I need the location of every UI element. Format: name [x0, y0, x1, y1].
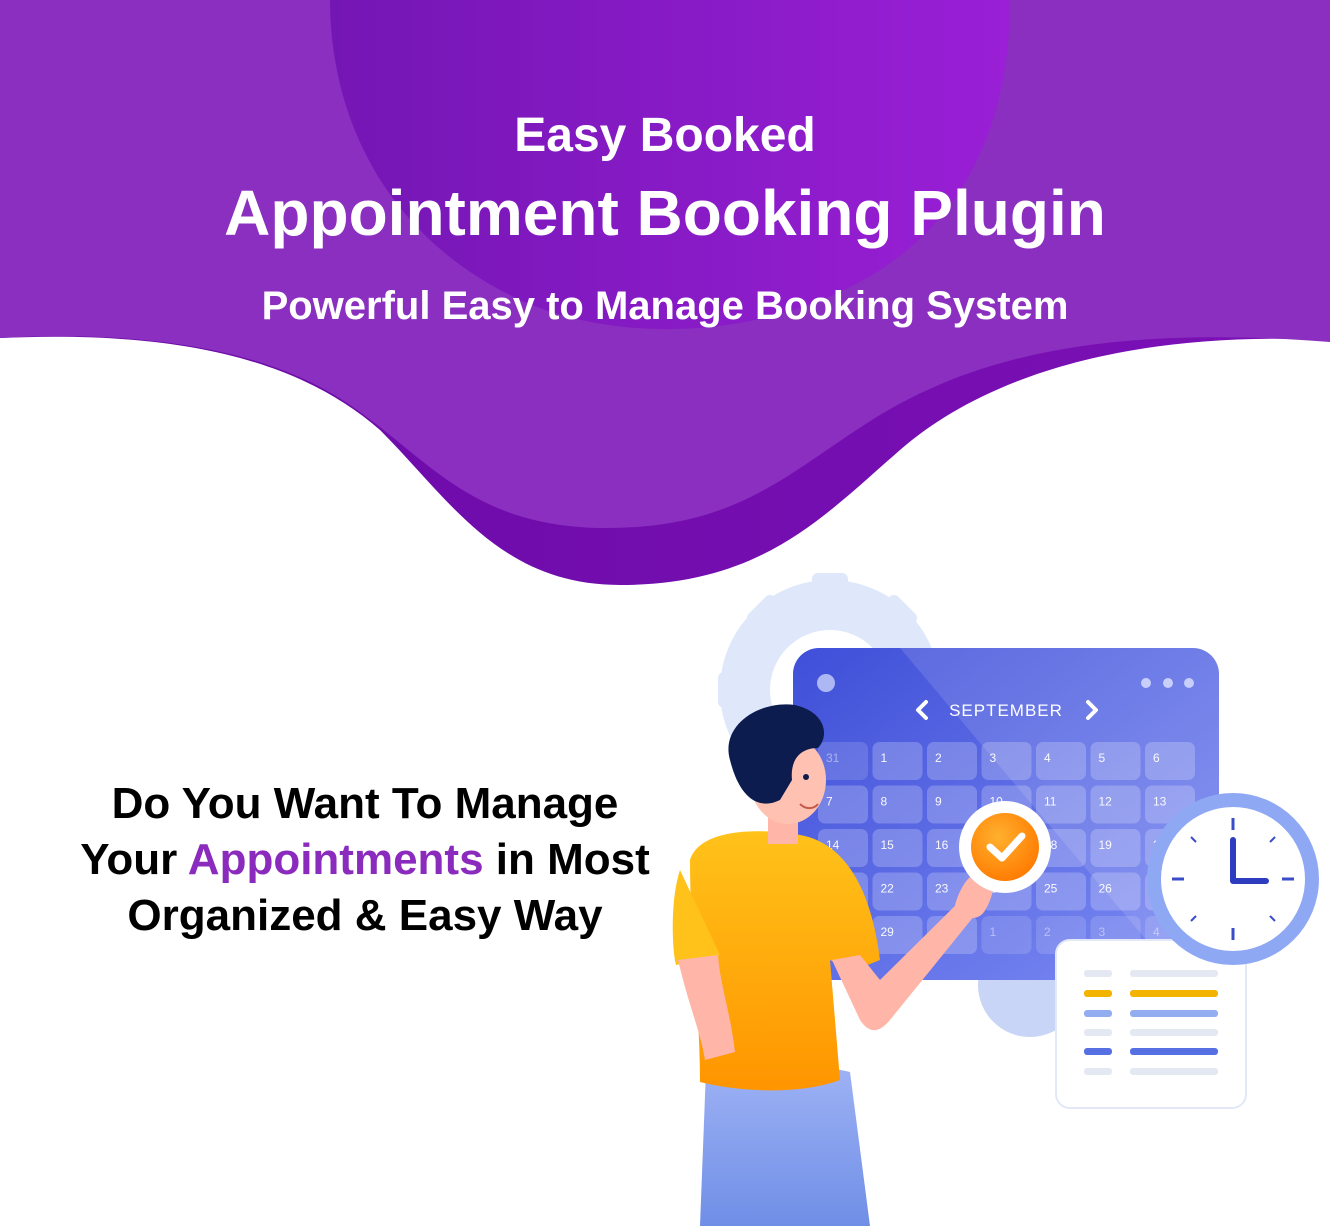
calendar-day-label: 15: [881, 838, 895, 852]
calendar-day-label: 9: [935, 795, 942, 809]
pitch-line-2-start: Your: [80, 835, 188, 884]
calendar-day-label: 11: [1044, 795, 1057, 809]
pitch-text: Do You Want To Manage Your Appointments …: [30, 776, 700, 944]
calendar-day-label: 2: [1044, 925, 1051, 939]
booking-illustration: SEPTEMBER 311234567891011121314151617181…: [672, 573, 1319, 1226]
calendar-day-label: 12: [1099, 795, 1113, 809]
pitch-line-3: Organized & Easy Way: [127, 891, 603, 940]
calendar-day-label: 4: [1153, 925, 1160, 939]
calendar-day-label: 5: [1099, 751, 1106, 765]
calendar-day-label: 23: [935, 882, 949, 896]
calendar-day-label: 22: [881, 882, 895, 896]
calendar-day-label: 1: [990, 925, 997, 939]
calendar-day-label: 1: [881, 751, 888, 765]
calendar-day-label: 4: [1044, 751, 1051, 765]
calendar-day-label: 8: [881, 795, 888, 809]
tagline: Powerful Easy to Manage Booking System: [261, 284, 1069, 328]
calendar-day-label: 2: [935, 751, 942, 765]
calendar-day-label: 25: [1044, 882, 1058, 896]
calendar-day-label: 6: [1153, 751, 1160, 765]
calendar-month: SEPTEMBER: [949, 701, 1063, 720]
calendar-day-label: 16: [935, 838, 949, 852]
calendar-day-label: 19: [1099, 838, 1113, 852]
pitch-highlight: Appointments: [187, 835, 484, 884]
pitch-line-1: Do You Want To Manage: [111, 779, 619, 828]
clock-icon: [1147, 793, 1319, 965]
page-title: Appointment Booking Plugin: [224, 177, 1106, 249]
calendar-day-label: 31: [826, 751, 840, 765]
check-icon[interactable]: [959, 801, 1051, 893]
calendar-day-label: 13: [1153, 795, 1167, 809]
pitch-line-2: Your Appointments in Most: [30, 832, 700, 888]
calendar-day-label: 26: [1099, 882, 1113, 896]
product-name: Easy Booked: [514, 109, 816, 162]
calendar-day-label: 3: [990, 751, 997, 765]
calendar-day-label: 7: [826, 795, 833, 809]
checklist-card: [1055, 939, 1247, 1109]
pitch-line-2-end: in Most: [483, 835, 650, 884]
calendar-day-label: 29: [881, 925, 895, 939]
calendar-day-label: 3: [1099, 925, 1106, 939]
